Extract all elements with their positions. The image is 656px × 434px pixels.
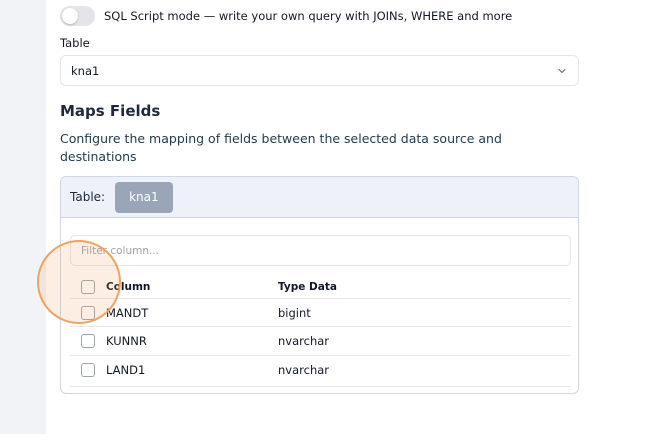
main-panel: SQL Script mode — write your own query w… [46,0,656,434]
card-header-label: Table: [70,190,106,204]
row-type-data: bigint [278,306,311,320]
column-header-name: Column [106,281,151,293]
sql-mode-toggle[interactable] [60,6,95,26]
filter-column-input[interactable] [70,235,571,266]
select-all-checkbox[interactable] [81,280,95,294]
row-checkbox[interactable] [81,334,95,348]
table-bottom-divider [70,386,571,387]
row-checkbox[interactable] [81,306,95,320]
row-type-data: nvarchar [278,363,330,377]
columns-header-row: Column Type Data [70,273,571,301]
table-row: LAND1 nvarchar [70,355,571,384]
table-row: MANDT bigint [70,298,571,327]
toggle-knob [62,8,78,24]
sql-mode-row: SQL Script mode — write your own query w… [60,6,512,26]
row-type-data: nvarchar [278,334,330,348]
chevron-down-icon [556,65,568,77]
row-column-name: MANDT [106,306,149,320]
card-header: Table: kna1 [61,177,578,218]
column-header-type: Type Data [278,281,337,293]
table-select-value: kna1 [71,63,100,78]
row-column-name: KUNNR [106,334,147,348]
field-mapping-card: Table: kna1 Column Type Data MANDT bigin… [60,176,579,394]
table-chip[interactable]: kna1 [115,181,173,213]
table-select[interactable]: kna1 [60,55,579,86]
row-checkbox[interactable] [81,363,95,377]
table-row: KUNNR nvarchar [70,326,571,355]
maps-fields-description: Configure the mapping of fields between … [60,131,502,164]
row-column-name: LAND1 [106,363,146,377]
sql-mode-label: SQL Script mode — write your own query w… [104,9,513,23]
table-field-label: Table [60,36,90,50]
maps-fields-title: Maps Fields [60,102,161,120]
